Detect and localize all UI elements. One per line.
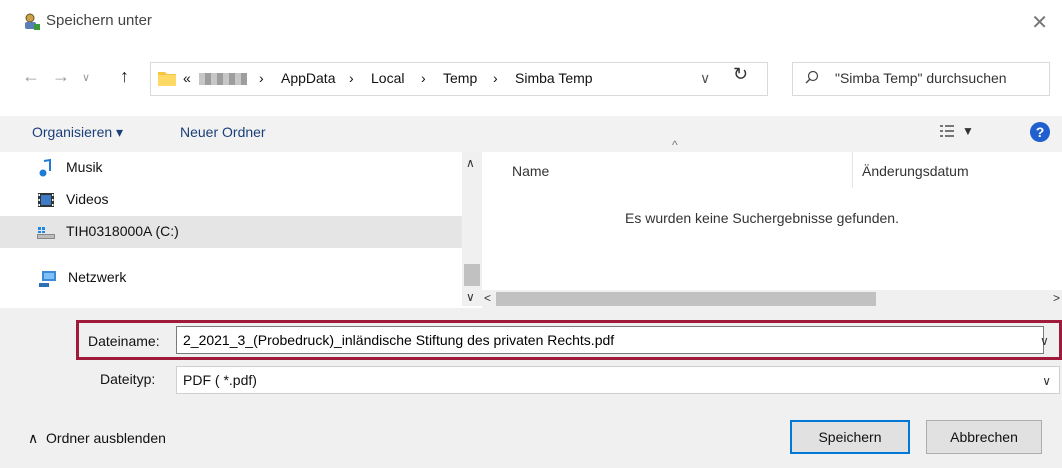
breadcrumb-appdata[interactable]: AppData xyxy=(281,70,335,86)
chevron-down-icon[interactable]: ∨ xyxy=(82,71,90,84)
column-header-modified[interactable]: Änderungsdatum xyxy=(862,163,969,199)
scroll-left-icon[interactable]: < xyxy=(484,291,491,305)
close-icon[interactable]: ✕ xyxy=(1031,10,1048,35)
network-icon xyxy=(39,271,56,287)
drive-icon xyxy=(37,227,55,239)
hide-folders-label: Ordner ausblenden xyxy=(46,430,166,446)
view-options-chevron-icon[interactable]: ▼ xyxy=(962,124,974,138)
file-list-horizontal-scrollbar[interactable]: < > xyxy=(482,290,1062,308)
filetype-select[interactable]: PDF ( *.pdf) ∨ xyxy=(176,366,1060,394)
chevron-up-icon: ∧ xyxy=(28,430,39,446)
forward-arrow-icon[interactable]: → xyxy=(52,66,70,87)
search-placeholder: "Simba Temp" durchsuchen xyxy=(835,70,1007,86)
breadcrumb-separator: › xyxy=(349,70,354,86)
sidebar-item-videos[interactable]: Videos xyxy=(0,184,462,216)
breadcrumb-simba-temp[interactable]: Simba Temp xyxy=(515,70,593,86)
redacted-crumb xyxy=(199,73,247,85)
navigation-pane: Musik Videos TIH0318000A (C:) Netzwerk xyxy=(0,152,462,288)
empty-results-message: Es wurden keine Suchergebnisse gefunden. xyxy=(625,210,899,226)
dialog-title: Speichern unter xyxy=(46,12,152,29)
cancel-button[interactable]: Abbrechen xyxy=(926,420,1042,454)
sidebar-item-drive-c[interactable]: TIH0318000A (C:) xyxy=(0,216,462,248)
breadcrumb-separator: › xyxy=(259,70,264,86)
title-bar: Speichern unter ✕ xyxy=(0,0,1062,44)
new-folder-button[interactable]: Neuer Ordner xyxy=(180,124,266,140)
filetype-chevron-icon: ∨ xyxy=(1042,374,1051,388)
breadcrumb-separator: › xyxy=(493,70,498,86)
navigation-scrollbar[interactable]: ∧ ∨ xyxy=(462,152,482,306)
view-options-icon[interactable] xyxy=(940,124,954,138)
breadcrumb-local[interactable]: Local xyxy=(371,70,404,86)
sidebar-item-network[interactable]: Netzwerk xyxy=(0,262,462,294)
sidebar-item-music[interactable]: Musik xyxy=(0,152,462,184)
organize-menu-button[interactable]: Organisieren ▾ xyxy=(32,124,123,141)
videos-icon xyxy=(38,193,54,207)
address-row: ← → ∨ ↑ « › AppData › Local › Temp › Sim… xyxy=(0,48,1062,108)
breadcrumb-separator: › xyxy=(421,70,426,86)
search-icon xyxy=(805,70,819,84)
breadcrumb-overflow[interactable]: « xyxy=(183,70,191,86)
column-divider[interactable] xyxy=(852,152,853,188)
scroll-right-icon[interactable]: > xyxy=(1053,291,1060,305)
save-as-dialog: Speichern unter ✕ ← → ∨ ↑ « › AppData › … xyxy=(0,0,1062,468)
address-bar[interactable]: « › AppData › Local › Temp › Simba Temp xyxy=(150,62,768,96)
sidebar-item-label: Videos xyxy=(66,191,109,207)
up-arrow-icon[interactable]: ↑ xyxy=(120,66,129,87)
scroll-up-icon[interactable]: ∧ xyxy=(466,156,475,170)
scrollbar-thumb[interactable] xyxy=(464,264,480,286)
scrollbar-thumb[interactable] xyxy=(496,292,876,306)
search-box[interactable]: "Simba Temp" durchsuchen xyxy=(792,62,1050,96)
back-arrow-icon[interactable]: ← xyxy=(22,66,40,87)
music-icon xyxy=(39,158,51,177)
command-toolbar: Organisieren ▾ Neuer Ordner ▼ ? xyxy=(0,116,1062,152)
filename-history-chevron-icon[interactable]: ∨ xyxy=(1040,334,1049,348)
sort-ascending-icon: ^ xyxy=(672,138,678,152)
save-button[interactable]: Speichern xyxy=(790,420,910,454)
sidebar-item-label: TIH0318000A (C:) xyxy=(66,223,179,239)
column-header-name[interactable]: Name xyxy=(512,163,549,199)
help-icon[interactable]: ? xyxy=(1030,122,1050,142)
breadcrumb-temp[interactable]: Temp xyxy=(443,70,477,86)
filetype-value: PDF ( *.pdf) xyxy=(183,372,257,388)
filetype-label: Dateityp: xyxy=(100,371,156,387)
hide-folders-toggle[interactable]: ∧ Ordner ausblenden xyxy=(28,430,166,447)
save-as-icon xyxy=(25,13,40,30)
address-history-chevron-icon[interactable]: ∨ xyxy=(700,70,710,87)
refresh-icon[interactable]: ↻ xyxy=(733,64,748,85)
filename-label: Dateiname: xyxy=(88,333,160,349)
folder-icon xyxy=(158,72,176,86)
scroll-down-icon[interactable]: ∨ xyxy=(466,290,475,304)
sidebar-item-label: Musik xyxy=(66,159,103,175)
filename-input[interactable] xyxy=(176,326,1044,354)
sidebar-item-label: Netzwerk xyxy=(68,269,127,285)
